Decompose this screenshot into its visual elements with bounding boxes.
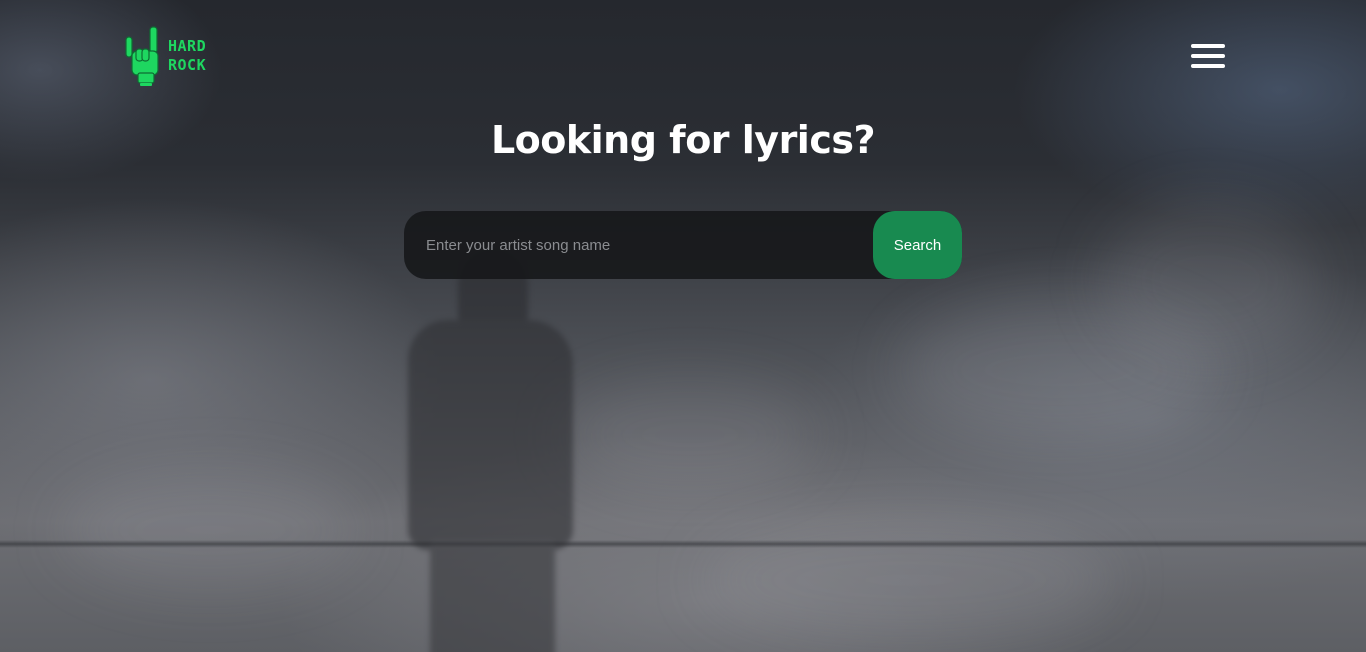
silhouette-figure: [400, 250, 580, 652]
site-header: HARD ROCK: [0, 0, 1366, 110]
search-input[interactable]: [404, 211, 874, 279]
brand-wordmark: HARD ROCK: [168, 37, 206, 75]
search-bar: Search: [404, 211, 962, 279]
page-title: Looking for lyrics?: [490, 118, 876, 162]
brand-logo[interactable]: HARD ROCK: [124, 25, 216, 87]
brand-line-1: HARD: [168, 37, 207, 55]
hamburger-menu-icon[interactable]: [1190, 42, 1226, 70]
search-button[interactable]: Search: [873, 211, 962, 279]
brand-line-2: ROCK: [168, 56, 207, 74]
rock-hand-icon: [125, 26, 159, 86]
